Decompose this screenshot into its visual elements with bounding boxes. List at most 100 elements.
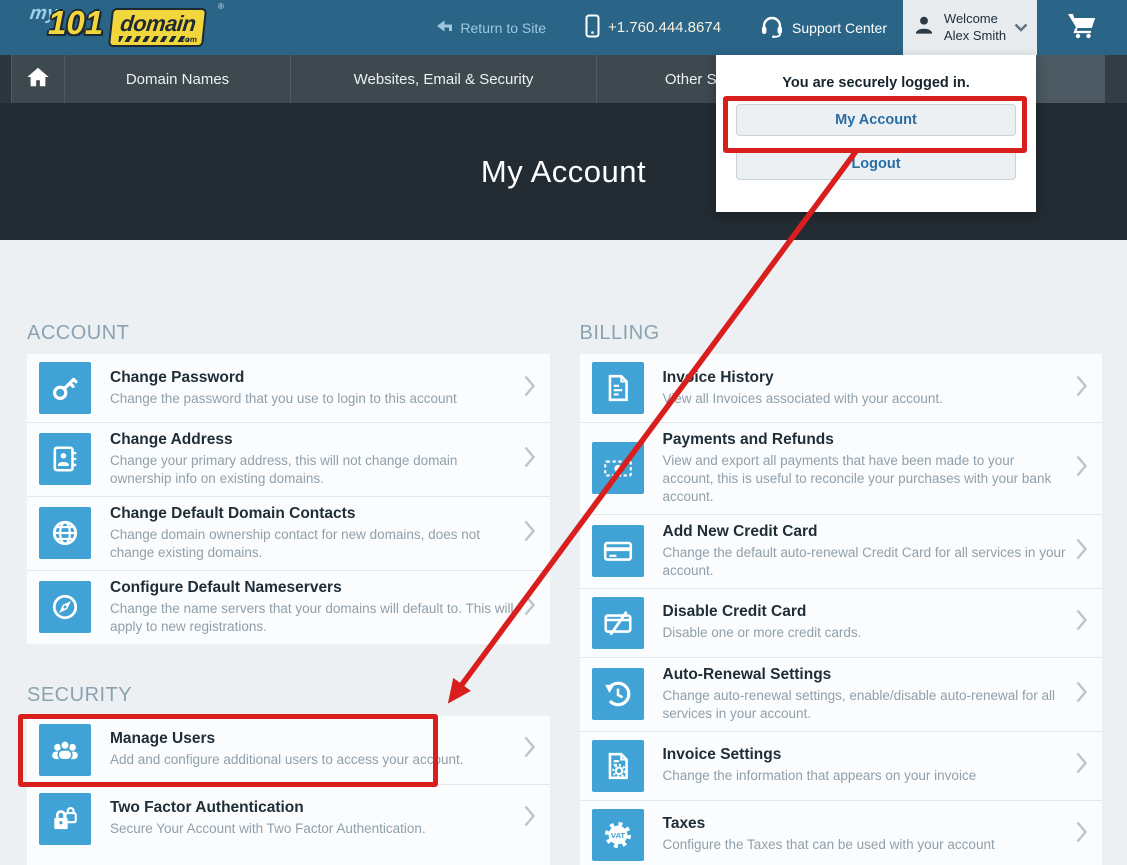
cart-icon bbox=[1065, 10, 1099, 45]
key-icon bbox=[39, 362, 91, 414]
row-text: Add New Credit Card Change the default a… bbox=[663, 523, 1067, 580]
row-invoice-history[interactable]: Invoice History View all Invoices associ… bbox=[580, 354, 1103, 422]
account-dropdown: You are securely logged in. My Account L… bbox=[716, 55, 1036, 212]
chevron-right-icon bbox=[1076, 609, 1088, 636]
nav-item-domain-names[interactable]: Domain Names bbox=[64, 55, 290, 103]
row-title: Change Address bbox=[110, 431, 233, 448]
row-desc: Change auto-renewal settings, enable/dis… bbox=[662, 687, 1056, 721]
left-column: ACCOUNT Change Password Change the passw… bbox=[27, 322, 550, 865]
nav-home-button[interactable] bbox=[11, 55, 64, 103]
chevron-right-icon bbox=[524, 520, 536, 547]
row-title: Auto-Renewal Settings bbox=[662, 665, 832, 683]
billing-card: Invoice History View all Invoices associ… bbox=[579, 354, 1103, 865]
site-logo[interactable]: my 101 domain .com ® bbox=[22, 0, 232, 55]
nav-edge-strip bbox=[0, 55, 11, 103]
logo-101-text: 101 bbox=[48, 4, 104, 41]
row-text: Configure Default Nameservers Change the… bbox=[110, 579, 514, 636]
top-links: Return to Site +1.760.444.8674 Support C… bbox=[435, 0, 903, 55]
row-title: Change Default Domain Contacts bbox=[110, 504, 356, 522]
chevron-right-icon bbox=[1076, 538, 1088, 565]
logo-tld-text: .com bbox=[177, 35, 198, 44]
row-configure-default-nameservers[interactable]: Configure Default Nameservers Change the… bbox=[27, 569, 550, 644]
users-icon bbox=[39, 723, 91, 776]
account-menu-toggle[interactable]: Welcome Alex Smith bbox=[903, 0, 1037, 55]
nav-right-segment bbox=[1035, 55, 1105, 103]
return-to-site-link[interactable]: Return to Site bbox=[435, 17, 546, 38]
login-status-text: You are securely logged in. bbox=[782, 75, 970, 91]
nav-label: Websites, Email & Security bbox=[353, 70, 534, 88]
chevron-right-icon bbox=[1076, 752, 1088, 779]
row-text: Payments and Refunds View and export all… bbox=[663, 431, 1067, 506]
row-title: Manage Users bbox=[110, 730, 216, 748]
chevron-right-icon bbox=[1076, 455, 1088, 482]
logo-domain-text: domain bbox=[119, 11, 197, 36]
row-manage-users[interactable]: Manage Users Add and configure additiona… bbox=[27, 716, 550, 784]
row-desc: Change domain ownership contact for new … bbox=[110, 526, 480, 560]
vat-text: VAT bbox=[610, 831, 625, 840]
row-text: Manage Users Add and configure additiona… bbox=[110, 730, 514, 769]
row-text: Invoice Settings Change the information … bbox=[663, 746, 1067, 785]
support-center-link[interactable]: Support Center bbox=[759, 14, 887, 41]
card-disabled-icon bbox=[591, 596, 644, 649]
logo-domain-box: domain .com bbox=[107, 8, 208, 47]
security-card: Manage Users Add and configure additiona… bbox=[27, 715, 550, 865]
row-change-address[interactable]: Change Address Change your primary addre… bbox=[27, 422, 550, 496]
page-title: My Account bbox=[480, 153, 647, 189]
vat-gear-icon: VAT bbox=[591, 808, 644, 861]
row-change-default-domain-contacts[interactable]: Change Default Domain Contacts Change do… bbox=[27, 495, 550, 570]
money-bill-icon bbox=[591, 442, 644, 495]
support-center-label: Support Center bbox=[792, 19, 887, 36]
section-header-account: ACCOUNT bbox=[27, 322, 130, 344]
row-payments-and-refunds[interactable]: Payments and Refunds View and export all… bbox=[579, 422, 1102, 514]
row-title: Configure Default Nameservers bbox=[110, 578, 342, 596]
row-desc: Configure the Taxes that can be used wit… bbox=[662, 837, 995, 853]
return-to-site-label: Return to Site bbox=[460, 19, 547, 36]
nav-right-edge bbox=[1105, 55, 1127, 103]
row-invoice-settings[interactable]: Invoice Settings Change the information … bbox=[579, 730, 1102, 800]
row-taxes[interactable]: VAT Taxes Configure the Taxes that can b… bbox=[579, 799, 1102, 865]
chevron-right-icon bbox=[524, 446, 536, 473]
nav-label: Domain Names bbox=[125, 70, 230, 88]
row-desc: Change the name servers that your domain… bbox=[110, 600, 514, 634]
logout-button[interactable]: Logout bbox=[736, 148, 1016, 180]
row-text: Disable Credit Card Disable one or more … bbox=[663, 603, 1067, 642]
row-auto-renewal-settings[interactable]: Auto-Renewal Settings Change auto-renewa… bbox=[579, 656, 1102, 731]
home-icon bbox=[25, 65, 51, 94]
row-title: Add New Credit Card bbox=[662, 522, 818, 540]
row-text: Change Address Change your primary addre… bbox=[110, 431, 514, 488]
row-two-factor-authentication[interactable]: Two Factor Authentication Secure Your Ac… bbox=[27, 783, 550, 853]
row-desc: Add and configure additional users to ac… bbox=[110, 752, 464, 768]
chevron-right-icon bbox=[1076, 821, 1088, 848]
row-disable-credit-card[interactable]: Disable Credit Card Disable one or more … bbox=[579, 587, 1102, 657]
row-title: Disable Credit Card bbox=[662, 603, 807, 621]
invoice-icon bbox=[591, 362, 644, 414]
right-column: BILLING Invoice History View all Invoice… bbox=[579, 322, 1103, 865]
row-add-new-credit-card[interactable]: Add New Credit Card Change the default a… bbox=[579, 513, 1102, 588]
page: my 101 domain .com ® Return to Site +1.7… bbox=[0, 0, 1127, 865]
row-title: Change Password bbox=[110, 368, 245, 386]
row-title: Invoice History bbox=[662, 368, 774, 386]
row-desc: Secure Your Account with Two Factor Auth… bbox=[110, 821, 426, 837]
address-book-icon bbox=[39, 433, 91, 486]
phone-number: +1.760.444.8674 bbox=[608, 19, 722, 36]
row-desc: Change your primary address, this will n… bbox=[110, 453, 458, 486]
row-text: Change Default Domain Contacts Change do… bbox=[110, 505, 514, 562]
row-change-password[interactable]: Change Password Change the password that… bbox=[27, 354, 550, 422]
user-icon bbox=[912, 12, 936, 43]
section-header-billing: BILLING bbox=[579, 322, 660, 344]
row-text: Change Password Change the password that… bbox=[110, 369, 514, 408]
chevron-right-icon bbox=[1076, 375, 1088, 402]
row-title: Invoice Settings bbox=[662, 746, 782, 764]
row-text: Two Factor Authentication Secure Your Ac… bbox=[110, 799, 514, 838]
chevron-right-icon bbox=[524, 375, 536, 402]
my-account-button[interactable]: My Account bbox=[736, 104, 1016, 136]
compass-icon bbox=[39, 581, 91, 634]
row-text: Taxes Configure the Taxes that can be us… bbox=[663, 815, 1067, 854]
chevron-right-icon bbox=[524, 594, 536, 621]
account-card: Change Password Change the password that… bbox=[27, 354, 550, 644]
phone-link[interactable]: +1.760.444.8674 bbox=[584, 14, 721, 42]
nav-item-websites-email-security[interactable]: Websites, Email & Security bbox=[290, 55, 596, 103]
row-text: Invoice History View all Invoices associ… bbox=[663, 369, 1067, 408]
row-title: Taxes bbox=[662, 815, 706, 833]
cart-button[interactable] bbox=[1037, 0, 1127, 55]
